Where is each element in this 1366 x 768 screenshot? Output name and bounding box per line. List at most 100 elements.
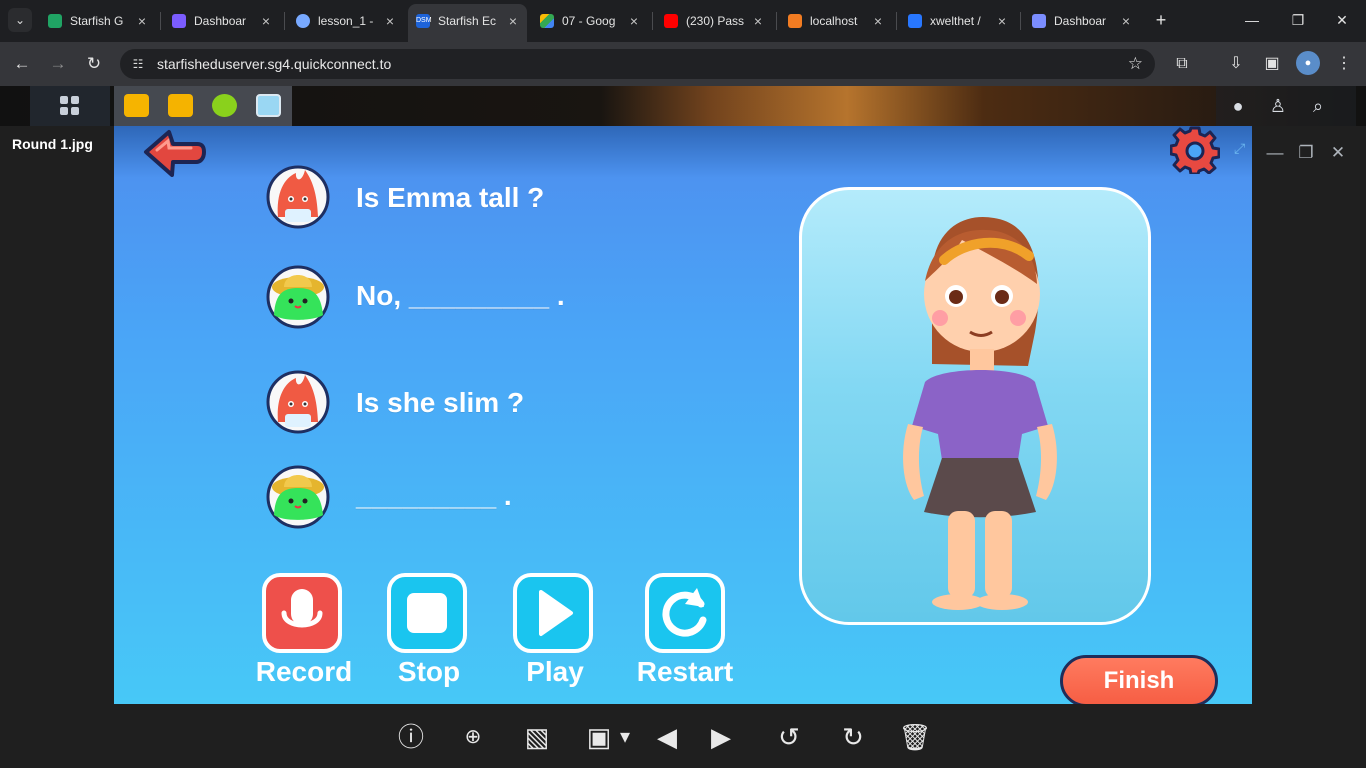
dsm-icon: DSM xyxy=(416,14,432,28)
address-url[interactable]: starfisheduserver.sg4.quickconnect.to xyxy=(157,56,391,72)
close-icon[interactable]: × xyxy=(1118,6,1134,36)
viewer-minimize-button[interactable]: — xyxy=(1262,139,1288,167)
record-label[interactable]: Record xyxy=(244,656,364,688)
tab-separator xyxy=(896,12,897,30)
close-icon[interactable]: × xyxy=(258,6,274,36)
tab-title: xwelthet / xyxy=(930,14,981,28)
microphone-icon xyxy=(281,589,323,628)
dashboard-icon xyxy=(1032,14,1046,28)
close-icon[interactable]: × xyxy=(134,6,150,36)
minimize-window-button[interactable]: — xyxy=(1234,6,1270,34)
user-icon[interactable]: ♙ xyxy=(1266,94,1290,118)
play-button[interactable] xyxy=(513,573,593,653)
close-icon[interactable]: × xyxy=(505,4,521,38)
tab-title: 07 - Goog xyxy=(562,14,616,28)
folder-icon[interactable] xyxy=(124,94,149,117)
play-icon xyxy=(539,590,573,636)
site-info-icon[interactable]: ☷ xyxy=(130,56,146,72)
forward-button[interactable]: → xyxy=(44,50,72,78)
close-window-button[interactable]: ✕ xyxy=(1324,6,1360,34)
extensions-icon[interactable]: ⧉ xyxy=(1170,52,1194,76)
dashboard-icon xyxy=(172,14,186,28)
tab-separator xyxy=(160,12,161,30)
restart-button[interactable] xyxy=(645,573,725,653)
tab-dashboard-2[interactable]: Dashboar × xyxy=(1024,6,1140,36)
tab-xwelthet[interactable]: xwelthet / × xyxy=(900,6,1016,36)
dsm-system-tray: ● ♙ ⌕ xyxy=(1216,86,1356,126)
tab-title: lesson_1 - xyxy=(318,14,374,28)
tab-07-google[interactable]: 07 - Goog × xyxy=(532,6,648,36)
expand-icon[interactable]: ⤢ xyxy=(1234,140,1245,157)
close-icon[interactable]: × xyxy=(750,6,766,36)
tab-search-button[interactable]: ⌄ xyxy=(8,8,32,32)
dialogue-text: _________ . xyxy=(356,480,512,511)
browser-menu-icon[interactable]: ⋮ xyxy=(1332,52,1356,76)
new-tab-button[interactable]: + xyxy=(1150,8,1172,32)
play-label[interactable]: Play xyxy=(495,656,615,688)
tab-title: Dashboar xyxy=(1054,14,1107,28)
viewer-restore-button[interactable]: ❐ xyxy=(1293,139,1319,167)
music-icon[interactable] xyxy=(212,94,237,117)
browser-tab-strip: ⌄ Starfish G × Dashboar × lesson_1 - × D… xyxy=(0,0,1366,42)
slideshow-icon[interactable]: ▣ xyxy=(582,720,616,754)
red-character-avatar xyxy=(266,165,330,229)
main-menu-button[interactable] xyxy=(30,86,110,126)
bookmark-star-icon[interactable]: ☆ xyxy=(1128,54,1143,74)
dropdown-arrow-icon[interactable]: ▾ xyxy=(617,720,633,754)
green-character-avatar xyxy=(266,265,330,329)
side-panel-icon[interactable]: ▣ xyxy=(1260,52,1284,76)
chat-icon[interactable]: ● xyxy=(1226,94,1250,118)
tab-youtube[interactable]: (230) Pass × xyxy=(656,6,772,36)
viewer-bottom-toolbar: ⓘ ⊕ ▧ ▣ ▾ ◀ ▶ ↺ ↻ 🗑 xyxy=(0,704,1366,768)
rotate-left-icon[interactable]: ↺ xyxy=(772,720,806,754)
restart-label[interactable]: Restart xyxy=(625,656,745,688)
close-icon[interactable]: × xyxy=(626,6,642,36)
girl-illustration xyxy=(903,216,1057,610)
tab-separator xyxy=(1020,12,1021,30)
close-icon[interactable]: × xyxy=(870,6,886,36)
tab-lesson-1[interactable]: lesson_1 - × xyxy=(288,6,404,36)
delete-icon[interactable]: 🗑 xyxy=(898,720,932,754)
open-apps-tray xyxy=(114,86,292,126)
rotate-right-icon[interactable]: ↻ xyxy=(836,720,870,754)
tab-starfish-g[interactable]: Starfish G × xyxy=(40,6,156,36)
globe-icon xyxy=(296,14,310,28)
close-icon[interactable]: × xyxy=(382,6,398,36)
dialogue-text: No, _________ . xyxy=(356,280,565,311)
reload-button[interactable]: ↻ xyxy=(80,50,108,78)
tab-separator xyxy=(652,12,653,30)
stop-button[interactable] xyxy=(387,573,467,653)
settings-gear-icon[interactable] xyxy=(1170,126,1220,174)
record-button[interactable] xyxy=(262,573,342,653)
dialogue-text: Is Emma tall ? xyxy=(356,182,545,213)
stop-label[interactable]: Stop xyxy=(369,656,489,688)
previous-icon[interactable]: ◀ xyxy=(650,720,684,754)
lesson-image: ⤢ Is Emma tall ? No, _________ . Is she … xyxy=(114,126,1252,704)
actual-size-icon[interactable]: ⊕ xyxy=(456,720,490,754)
tab-title: Starfish G xyxy=(70,14,124,28)
back-arrow-icon[interactable] xyxy=(142,128,206,180)
search-icon[interactable]: ⌕ xyxy=(1306,94,1330,118)
address-bar[interactable]: ☷ starfisheduserver.sg4.quickconnect.to … xyxy=(120,49,1155,79)
image-icon[interactable]: ▧ xyxy=(520,720,554,754)
download-icon[interactable]: ⇩ xyxy=(1224,52,1248,76)
photo-viewer-icon[interactable] xyxy=(256,94,281,117)
profile-avatar[interactable]: ● xyxy=(1296,51,1320,75)
close-icon[interactable]: × xyxy=(994,6,1010,36)
tab-title: Dashboar xyxy=(194,14,247,28)
back-button[interactable]: ← xyxy=(8,50,36,78)
restore-window-button[interactable]: ❐ xyxy=(1280,6,1316,34)
dialogue-text: Is she slim ? xyxy=(356,387,525,418)
finish-button[interactable]: Finish xyxy=(1060,655,1218,704)
tab-dashboard-1[interactable]: Dashboar × xyxy=(164,6,280,36)
info-icon[interactable]: ⓘ xyxy=(394,720,428,754)
sheets-icon xyxy=(48,14,62,28)
stop-icon xyxy=(407,593,447,633)
folder-icon[interactable] xyxy=(168,94,193,117)
next-icon[interactable]: ▶ xyxy=(704,720,738,754)
tab-localhost[interactable]: localhost × xyxy=(780,6,892,36)
viewer-close-button[interactable]: ✕ xyxy=(1325,139,1351,167)
xampp-icon xyxy=(788,14,802,28)
tab-separator xyxy=(284,12,285,30)
tab-starfish-ed-active[interactable]: DSM Starfish Ec × xyxy=(408,4,527,42)
